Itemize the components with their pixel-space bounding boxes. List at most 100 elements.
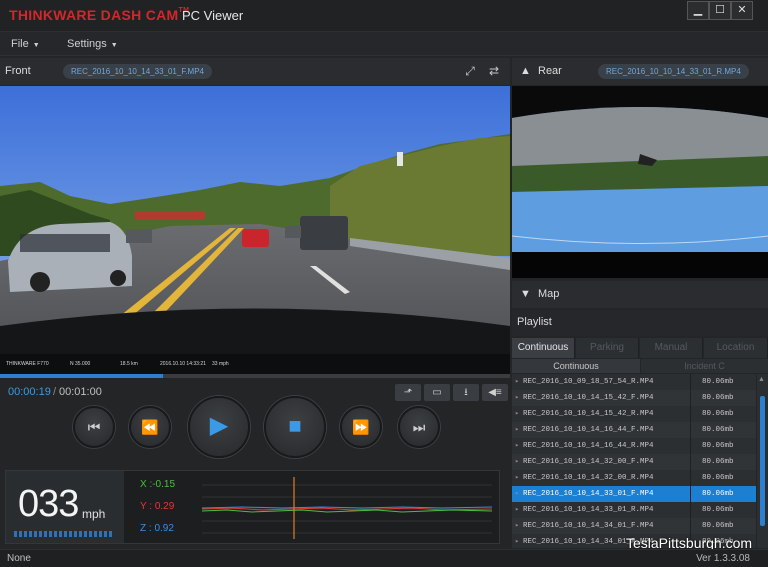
playlist: ▸ REC_2016_10_09_18_57_54_R.MP4 80.06mb ▸ RE… [512,374,756,548]
collapse-icon[interactable]: ▲ [520,65,531,77]
playlist-file-name: REC_2016_10_10_14_33_01_R.MP4 [523,506,654,514]
column-divider [690,374,691,390]
sensor-panel: 033 mph X :-0.15 Y : 0.29 Z : 0.92 [5,470,500,544]
playlist-file-name: REC_2016_10_10_14_32_00_F.MP4 [523,458,654,466]
download-icon[interactable]: ⭳ [453,384,479,401]
playlist-row[interactable]: ▸ REC_2016_10_10_14_15_42_F.MP4 80.06mb [512,390,756,406]
column-divider [690,486,691,502]
settings-menu[interactable]: Settings ▼ [67,38,118,50]
expand-icon: ▼ [520,288,531,300]
fast-forward-icon[interactable]: ⏩ [340,406,382,448]
map-label: Map [538,288,560,300]
play-icon[interactable]: ▶ [188,396,250,458]
playlist-file-size: 80.06mb [702,410,734,418]
skip-end-icon[interactable]: ⏭ [398,406,440,448]
tab-continuous[interactable]: Continuous [512,338,575,358]
column-divider [690,502,691,518]
row-marker-icon: ▸ [515,394,520,402]
fullscreen-icon[interactable]: ⤢ [462,64,478,79]
row-marker-icon: ▸ [515,506,520,514]
row-marker-icon: ▸ [515,490,520,498]
accel-x: X :-0.15 [140,479,176,490]
subtab-continuous[interactable]: Continuous [512,359,640,373]
tab-location[interactable]: Location [704,338,768,358]
row-marker-icon: ▸ [515,458,520,466]
close-button[interactable]: ✕ [731,1,753,20]
playlist-row[interactable]: ▸ REC_2016_10_10_14_34_01_F.MP4 80.06mb [512,518,756,534]
chevron-down-icon: ▼ [32,42,40,49]
column-divider [690,390,691,406]
playback-progress[interactable] [0,374,510,378]
playlist-file-size: 80.06mb [702,458,734,466]
overlay-speed: 33 mph [212,361,229,367]
scroll-up-icon[interactable]: ▲ [758,376,765,383]
playlist-row[interactable]: ▸ REC_2016_10_10_14_32_00_F.MP4 80.06mb [512,454,756,470]
speedometer: 033 mph [6,471,124,543]
column-divider [690,406,691,422]
playlist-file-size: 80.06mb [702,490,734,498]
front-label: Front [5,65,31,77]
playlist-file-name: REC_2016_10_10_14_33_01_F.MP4 [523,490,654,498]
maximize-button[interactable]: ☐ [709,1,731,20]
overlay-date: 2016.10.10 14:33:21 [160,361,206,367]
tab-manual[interactable]: Manual [640,338,703,358]
playlist-title: Playlist [517,316,552,328]
column-divider [690,518,691,534]
rear-label: Rear [538,65,562,77]
time-row: 00:00:19 / 00:01:00 ⬏ ▭ ⭳ ◀≡ [0,380,510,402]
total-time: 00:01:00 [59,386,102,398]
playlist-file-size: 80.06mb [702,474,734,482]
tab-parking[interactable]: Parking [576,338,639,358]
speed-bar [14,531,114,537]
playlist-row[interactable]: ▸ REC_2016_10_10_14_16_44_R.MP4 80.06mb [512,438,756,454]
current-time: 00:00:19 [8,386,51,398]
rewind-icon[interactable]: ⏪ [129,406,171,448]
column-divider [690,470,691,486]
playlist-file-name: REC_2016_10_09_18_57_54_R.MP4 [523,378,654,386]
front-video[interactable]: THINKWARE F770 N 35.000 18.5 km 2016.10.… [0,86,510,374]
brand-logo: THINKWARE DASH CAMTM [9,7,190,23]
subtab-incident[interactable]: Incident C [641,359,768,373]
speed-unit: mph [82,507,106,521]
playlist-file-name: REC_2016_10_10_14_32_00_R.MP4 [523,474,654,482]
file-menu[interactable]: File ▼ [11,38,40,50]
time-separator: / [53,386,57,398]
volume-icon[interactable]: ◀≡ [482,384,508,401]
overlay-coord1: N 35.000 [70,361,91,367]
map-header[interactable]: ▼ Map [512,281,768,308]
playlist-tabs: Continuous Parking Manual Location [512,338,768,358]
menu-bar: File ▼ Settings ▼ [0,32,768,56]
row-marker-icon: ▸ [515,410,520,418]
row-marker-icon: ▸ [515,426,520,434]
chevron-down-icon: ▼ [110,42,118,49]
app-window: THINKWARE DASH CAMTM PC Viewer ▁ ☐ ✕ Fil… [0,0,768,567]
minimize-button[interactable]: ▁ [687,1,709,20]
swap-icon[interactable]: ⇄ [486,64,502,79]
rear-video[interactable] [512,86,768,278]
version-label: Ver 1.3.3.08 [696,553,750,564]
playlist-row[interactable]: ▸ REC_2016_10_10_14_33_01_F.MP4 80.06mb [512,486,756,502]
rear-camera-header: ▲ Rear REC_2016_10_10_14_33_01_R.MP4 [512,58,768,85]
speed-value: 033 [18,483,79,525]
status-bar: None Ver 1.3.3.08 [0,549,768,567]
scroll-thumb[interactable] [760,396,765,526]
playlist-row[interactable]: ▸ REC_2016_10_10_14_16_44_F.MP4 80.06mb [512,422,756,438]
row-marker-icon: ▸ [515,538,520,546]
column-divider [690,422,691,438]
playlist-row[interactable]: ▸ REC_2016_10_10_14_33_01_R.MP4 80.06mb [512,502,756,518]
column-divider [690,438,691,454]
title-bar: THINKWARE DASH CAMTM PC Viewer ▁ ☐ ✕ [0,0,768,32]
window-icon[interactable]: ▭ [424,384,450,401]
skip-start-icon[interactable]: ⏮ [73,406,115,448]
capture-icon[interactable]: ⬏ [395,384,421,401]
playlist-row[interactable]: ▸ REC_2016_10_10_14_32_00_R.MP4 80.06mb [512,470,756,486]
stop-icon[interactable]: ■ [264,396,326,458]
playlist-subtabs: Continuous Incident C [512,359,768,373]
playlist-file-name: REC_2016_10_10_14_34_01_F.MP4 [523,522,654,530]
playlist-scrollbar[interactable]: ▲ [757,374,768,548]
playlist-row[interactable]: ▸ REC_2016_10_09_18_57_54_R.MP4 80.06mb [512,374,756,390]
status-text: None [7,553,31,564]
rear-video-frame [512,86,768,278]
playlist-row[interactable]: ▸ REC_2016_10_10_14_15_42_R.MP4 80.06mb [512,406,756,422]
playlist-file-size: 80.06mb [702,442,734,450]
